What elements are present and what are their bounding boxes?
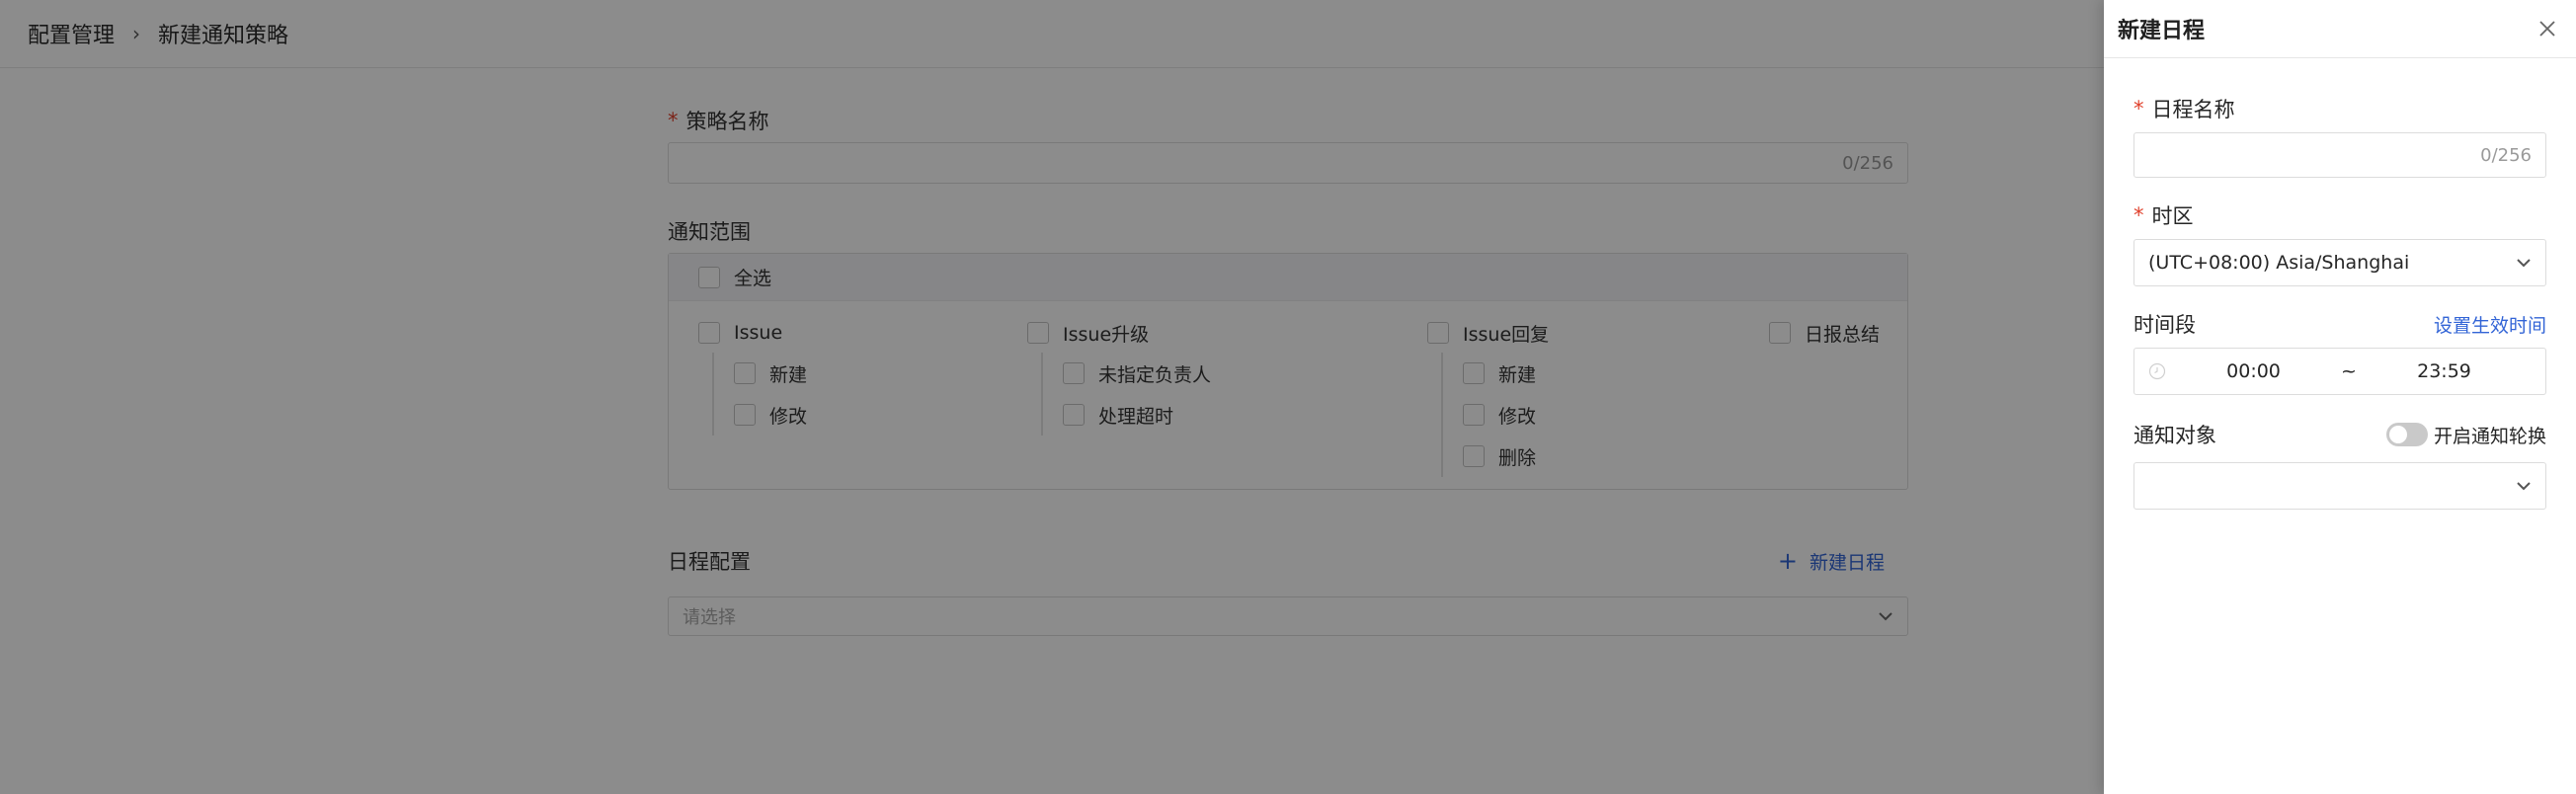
timezone-value: (UTC+08:00) Asia/Shanghai — [2148, 252, 2410, 274]
rotation-label: 开启通知轮换 — [2433, 425, 2546, 447]
time-start[interactable]: 00:00 — [2166, 360, 2341, 382]
period-label: 时间段 — [2133, 313, 2196, 337]
clock-icon — [2148, 362, 2166, 380]
required-marker: * — [2133, 203, 2144, 227]
target-label: 通知对象 — [2133, 424, 2216, 447]
chevron-down-icon — [2517, 482, 2531, 491]
schedule-name-label-text: 日程名称 — [2151, 98, 2235, 121]
time-end[interactable]: 23:59 — [2357, 360, 2532, 382]
char-counter: 0/256 — [2480, 144, 2532, 166]
rotation-toggle-wrap: 开启通知轮换 — [2385, 422, 2546, 448]
schedule-name-input[interactable]: 0/256 — [2133, 132, 2546, 178]
rotation-toggle[interactable] — [2385, 423, 2428, 446]
time-separator: ~ — [2341, 360, 2357, 382]
drawer-title: 新建日程 — [2118, 19, 2206, 43]
set-effective-time-link[interactable]: 设置生效时间 — [2434, 311, 2546, 338]
chevron-down-icon — [2517, 259, 2531, 268]
target-select[interactable] — [2133, 462, 2546, 510]
new-schedule-drawer: 新建日程 * 日程名称 0/256 * 时区 (UTC+08:00) Asia/… — [2104, 0, 2576, 794]
close-icon — [2539, 21, 2555, 37]
timezone-select[interactable]: (UTC+08:00) Asia/Shanghai — [2133, 239, 2546, 286]
target-row: 通知对象 开启通知轮换 — [2133, 413, 2546, 456]
time-range-picker[interactable]: 00:00 ~ 23:59 — [2133, 348, 2546, 395]
close-button[interactable] — [2533, 14, 2562, 43]
drawer-body: * 日程名称 0/256 * 时区 (UTC+08:00) Asia/Shang… — [2104, 89, 2576, 510]
timezone-label: * 时区 — [2133, 196, 2546, 235]
modal-mask[interactable] — [0, 0, 2104, 794]
drawer-header: 新建日程 — [2104, 0, 2576, 58]
required-marker: * — [2133, 97, 2144, 120]
schedule-name-label: * 日程名称 — [2133, 89, 2546, 128]
period-row: 时间段 设置生效时间 — [2133, 304, 2546, 344]
timezone-label-text: 时区 — [2151, 204, 2194, 228]
